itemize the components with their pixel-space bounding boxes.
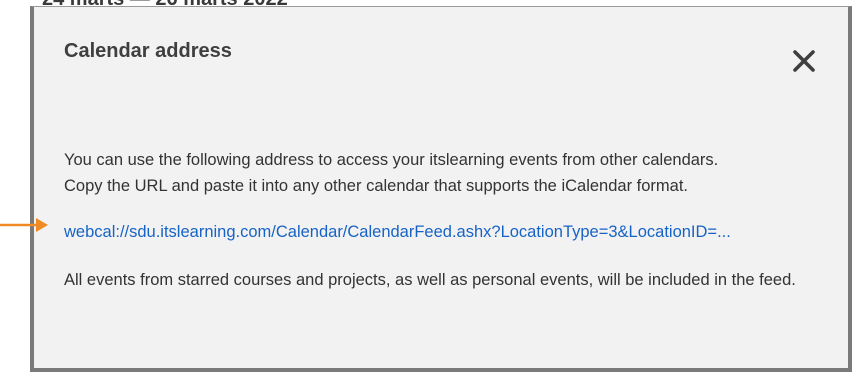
close-icon [793, 50, 815, 72]
close-button[interactable] [786, 43, 822, 79]
arrow-right-icon [0, 218, 48, 232]
dialog-title: Calendar address [64, 40, 232, 62]
feed-note-paragraph: All events from starred courses and proj… [64, 271, 796, 289]
instructions-line-1: You can use the following address to acc… [64, 151, 719, 169]
instructions-line-2: Copy the URL and paste it into any other… [64, 177, 688, 195]
instructions-paragraph: You can use the following address to acc… [64, 147, 834, 199]
calendar-feed-link[interactable]: webcal://sdu.itslearning.com/Calendar/Ca… [64, 219, 731, 245]
calendar-address-dialog: Calendar address You can use the followi… [30, 6, 852, 372]
